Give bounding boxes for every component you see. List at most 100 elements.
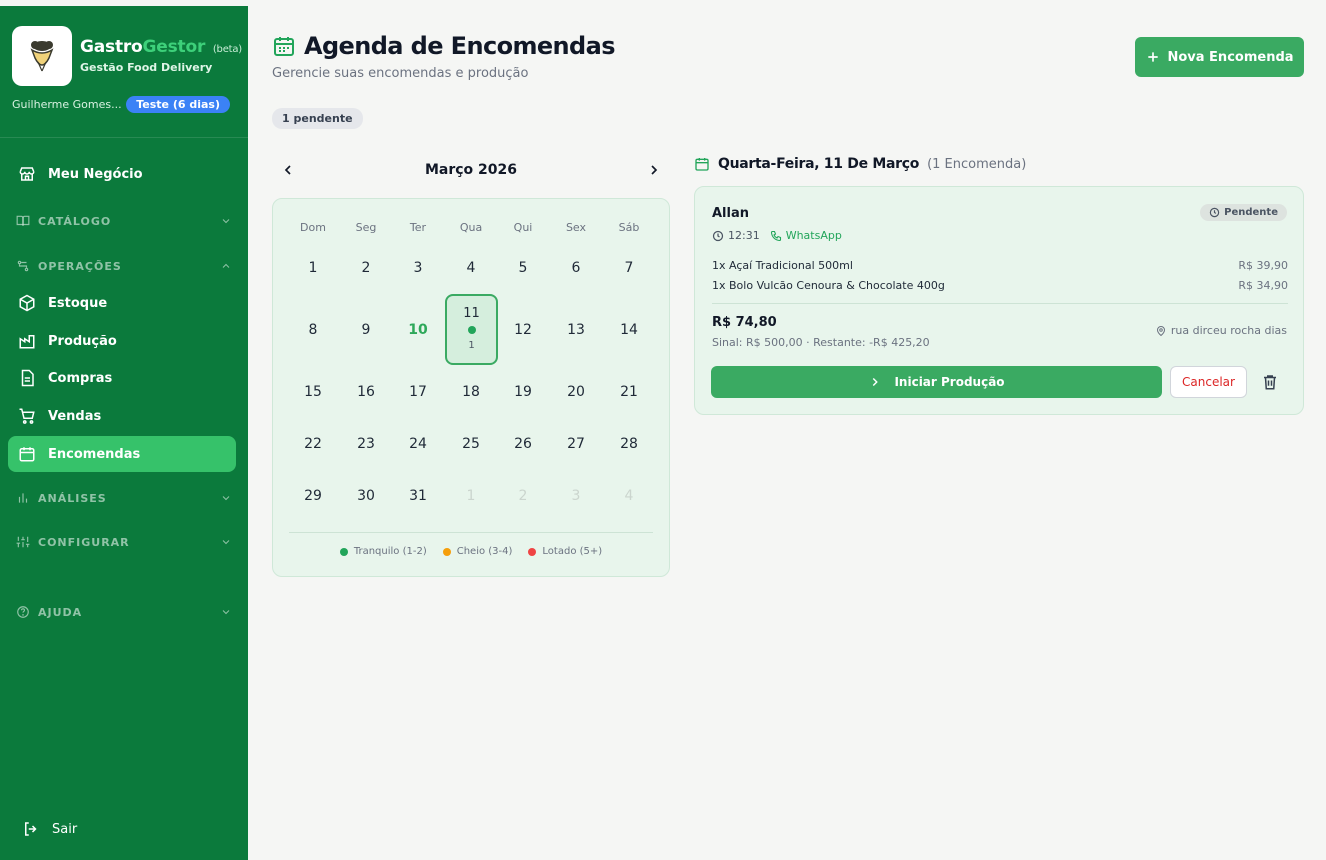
calendar-day[interactable]: 13 xyxy=(550,315,602,345)
calendar-day[interactable]: 27 xyxy=(550,429,602,459)
pending-chip[interactable]: 1 pendente xyxy=(272,108,363,129)
new-order-button[interactable]: Nova Encomenda xyxy=(1135,37,1304,77)
legend-dot xyxy=(442,547,451,556)
trial-badge[interactable]: Teste (6 dias) xyxy=(126,96,230,113)
chevron-right-icon[interactable] xyxy=(646,162,662,178)
status-label: Pendente xyxy=(1224,207,1278,218)
workflow-icon xyxy=(17,260,29,272)
calendar-day[interactable]: 17 xyxy=(392,377,444,407)
status-badge: Pendente xyxy=(1200,204,1287,221)
calendar-day[interactable]: 9 xyxy=(340,315,392,345)
section-operacoes[interactable]: OPERAÇÕES xyxy=(16,256,232,276)
calendar-day[interactable]: 5 xyxy=(497,253,549,283)
legend-label: Lotado (5+) xyxy=(542,546,603,557)
logout-button[interactable]: Sair xyxy=(22,820,77,838)
calendar-day[interactable]: 22 xyxy=(287,429,339,459)
calendar-divider xyxy=(289,532,653,533)
bar-chart-icon xyxy=(18,493,28,503)
logout-label: Sair xyxy=(52,821,78,837)
calendar-day[interactable]: 30 xyxy=(340,481,392,511)
section-configurar[interactable]: CONFIGURAR xyxy=(16,532,232,552)
calendar-day-outside: 2 xyxy=(518,488,528,504)
order-time: 12:31 xyxy=(728,229,760,242)
legend-item: Tranquilo (1-2) xyxy=(339,546,427,557)
calendar-day[interactable]: 2 xyxy=(340,253,392,283)
legend-item: Cheio (3-4) xyxy=(442,546,513,557)
calendar-day[interactable]: 20 xyxy=(550,377,602,407)
sidebar-item-label: Compras xyxy=(48,370,113,386)
user-name: Guilherme Gomes... xyxy=(12,98,122,111)
calendar-month: Março 2026 xyxy=(424,162,518,178)
weekday-label: Qua xyxy=(459,221,483,234)
address-label: rua dirceu rocha dias xyxy=(1170,324,1287,337)
section-label: OPERAÇÕES xyxy=(38,259,122,273)
calendar-day-outside: 1 xyxy=(466,488,476,504)
customer-name: Allan xyxy=(712,206,750,221)
calendar-day-selected[interactable]: 11 1 xyxy=(445,294,498,365)
calendar-day[interactable]: 8 xyxy=(287,315,339,345)
sidebar: GastroGestor (beta) Gestão Food Delivery… xyxy=(0,6,248,860)
calendar-day[interactable]: 10 xyxy=(392,315,444,345)
calendar-day[interactable]: 29 xyxy=(287,481,339,511)
section-ajuda[interactable]: AJUDA xyxy=(16,602,232,622)
store-icon xyxy=(19,167,35,181)
calendar-day[interactable]: 12 xyxy=(497,315,549,345)
calendar-legend: Tranquilo (1-2) Cheio (3-4) Lotado (5+) xyxy=(273,546,669,557)
item-description: 1x Bolo Vulcão Cenoura & Chocolate 400g xyxy=(712,278,945,292)
sidebar-item-meu-negocio[interactable]: Meu Negócio xyxy=(8,156,236,192)
brand-logo[interactable] xyxy=(12,26,72,86)
factory-icon xyxy=(19,335,35,349)
order-count: 1 xyxy=(468,340,475,351)
calendar-day[interactable]: 1 xyxy=(287,253,339,283)
calendar-day[interactable]: 14 xyxy=(603,315,655,345)
sidebar-item-producao[interactable]: Produção xyxy=(8,323,236,359)
chevron-down-icon xyxy=(222,540,230,545)
calendar-icon xyxy=(19,447,35,462)
page-title: Agenda de Encomendas xyxy=(304,32,615,60)
section-label: ANÁLISES xyxy=(38,491,107,505)
calendar-day[interactable]: 24 xyxy=(392,429,444,459)
clock-icon xyxy=(1209,207,1220,218)
cancel-button[interactable]: Cancelar xyxy=(1170,366,1247,398)
brand-name: GastroGestor (beta) xyxy=(80,37,243,57)
legend-label: Cheio (3-4) xyxy=(456,546,513,557)
calendar-day[interactable]: 28 xyxy=(603,429,655,459)
calendar-day[interactable]: 6 xyxy=(550,253,602,283)
calendar-day[interactable]: 31 xyxy=(392,481,444,511)
calendar-day[interactable]: 7 xyxy=(603,253,655,283)
calendar-day[interactable]: 16 xyxy=(340,377,392,407)
order-card[interactable]: Allan Pendente 12:31 WhatsApp 1x Açaí Tr… xyxy=(694,186,1304,415)
calendar-icon xyxy=(274,37,294,56)
start-production-label: Iniciar Produção xyxy=(894,375,1005,389)
order-meta: 12:31 WhatsApp xyxy=(712,229,842,242)
section-label: CATÁLOGO xyxy=(38,214,112,228)
calendar-day[interactable]: 4 xyxy=(445,253,497,283)
calendar-day[interactable]: 19 xyxy=(497,377,549,407)
section-catalogo[interactable]: CATÁLOGO xyxy=(16,211,232,231)
section-analises[interactable]: ANÁLISES xyxy=(16,488,232,508)
whatsapp-link[interactable]: WhatsApp xyxy=(770,229,842,242)
calendar-day[interactable]: 15 xyxy=(287,377,339,407)
start-production-button[interactable]: Iniciar Produção xyxy=(711,366,1162,398)
map-pin-icon xyxy=(1156,325,1165,336)
chevron-up-icon xyxy=(222,263,230,268)
day-detail-header: Quarta-Feira, 11 De Março (1 Encomenda) xyxy=(694,156,1026,172)
sidebar-item-encomendas[interactable]: Encomendas xyxy=(8,436,236,472)
calendar-day[interactable]: 25 xyxy=(445,429,497,459)
calendar-day[interactable]: 26 xyxy=(497,429,549,459)
sidebar-item-label: Encomendas xyxy=(48,446,141,462)
weekday-label: Sex xyxy=(565,221,587,234)
calendar-day[interactable]: 23 xyxy=(340,429,392,459)
sidebar-item-estoque[interactable]: Estoque xyxy=(8,285,236,321)
sidebar-item-compras[interactable]: Compras xyxy=(8,360,236,396)
chevron-down-icon xyxy=(222,219,230,224)
trash-icon[interactable] xyxy=(1261,373,1279,391)
calendar-day[interactable]: 3 xyxy=(392,253,444,283)
sidebar-item-vendas[interactable]: Vendas xyxy=(8,398,236,434)
weekday-label: Seg xyxy=(355,221,377,234)
calendar-icon xyxy=(695,158,709,171)
order-deposit: Sinal: R$ 500,00 · Restante: -R$ 425,20 xyxy=(712,336,930,349)
calendar-day[interactable]: 21 xyxy=(603,377,655,407)
calendar-day[interactable]: 18 xyxy=(445,377,497,407)
clock-icon xyxy=(712,230,724,241)
